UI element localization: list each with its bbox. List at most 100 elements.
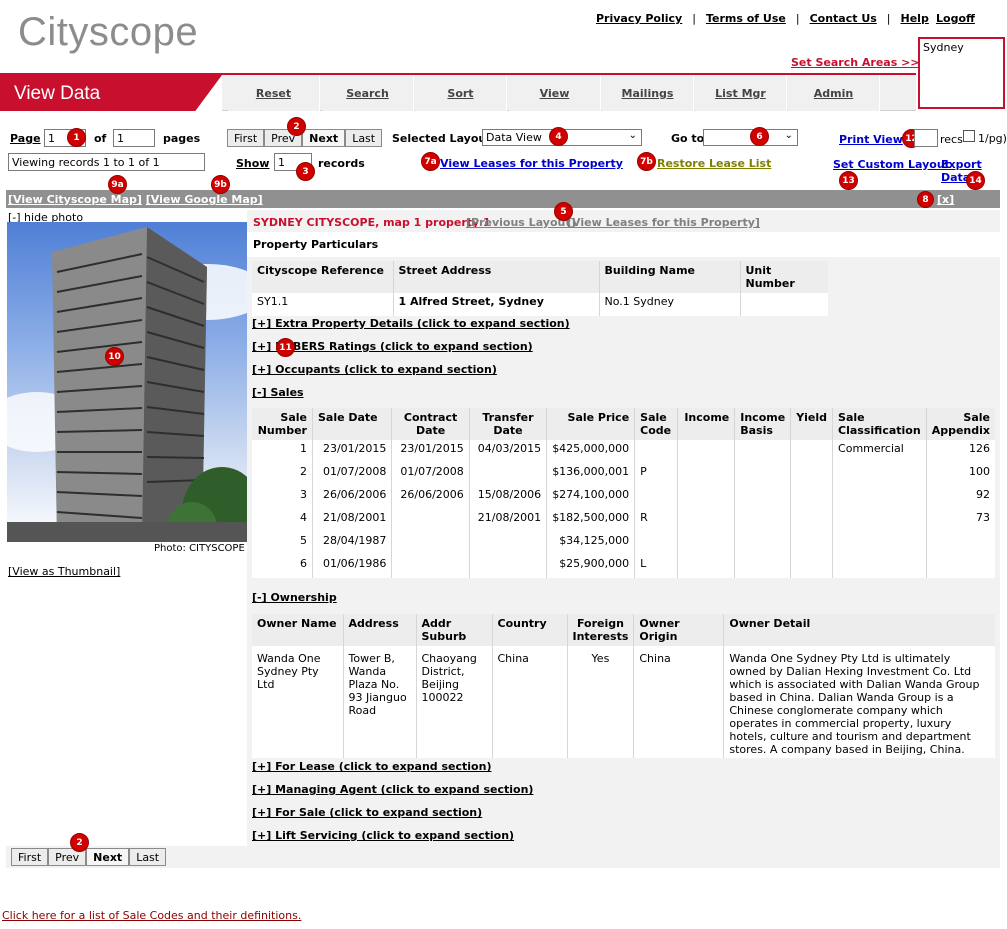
restore-lease-list-link[interactable]: Restore Lease List <box>657 157 771 170</box>
owner-country: China <box>491 646 567 758</box>
transfer-date: 21/08/2001 <box>468 509 547 532</box>
view-google-map-link[interactable]: [View Google Map] <box>146 193 263 206</box>
sale-codes-link[interactable]: Click here for a list of Sale Codes and … <box>2 909 301 922</box>
per-page-label: 1/pg) <box>978 132 1007 145</box>
set-search-areas-link[interactable]: Set Search Areas >> <box>791 56 920 69</box>
property-heading: SYDNEY CITYSCOPE, map 1 property 1 <box>253 216 491 229</box>
help-link[interactable]: Help <box>901 12 929 25</box>
marker-14: 14 <box>966 171 985 190</box>
recs-input[interactable] <box>914 129 938 147</box>
sale-classification <box>832 555 927 578</box>
nav-sort[interactable]: Sort <box>415 75 507 111</box>
marker-3: 3 <box>296 162 315 181</box>
col-income-basis: Income Basis <box>734 408 791 440</box>
last-button[interactable]: Last <box>345 129 383 147</box>
property-particulars-label: Property Particulars <box>253 238 379 251</box>
owner-address: Tower B, Wanda Plaza No. 93 Jianguo Road <box>342 646 416 758</box>
marker-9b: 9b <box>211 175 230 194</box>
extra-details-section[interactable]: [+] Extra Property Details (click to exp… <box>252 317 570 330</box>
nav-reset[interactable]: Reset <box>228 75 320 111</box>
nav-mailings[interactable]: Mailings <box>602 75 694 111</box>
sale-price: $136,000,001 <box>546 463 635 486</box>
nav-search[interactable]: Search <box>322 75 414 111</box>
sale-classification <box>832 532 927 555</box>
next-button[interactable]: Next <box>302 129 346 147</box>
view-cityscope-map-link[interactable]: [View Cityscope Map] <box>8 193 142 206</box>
table-row: 1 23/01/2015 23/01/2015 04/03/2015 $425,000,… <box>252 440 995 463</box>
sale-price: $425,000,000 <box>546 440 635 463</box>
view-as-thumbnail-link[interactable]: [View as Thumbnail] <box>8 565 120 578</box>
street-address: 1 Alfred Street, Sydney <box>392 293 599 316</box>
sales-table: Sale Number Sale Date Contract Date Tran… <box>252 408 995 578</box>
yield <box>790 486 833 509</box>
for-sale-section[interactable]: [+] For Sale (click to expand section) <box>252 806 482 819</box>
print-view-link[interactable]: Print View <box>839 133 903 146</box>
sale-price: $182,500,000 <box>546 509 635 532</box>
contract-date: 26/06/2006 <box>391 486 470 509</box>
marker-10: 10 <box>105 347 124 366</box>
sale-number: 6 <box>299 557 307 570</box>
view-leases-property-link[interactable]: [View Leases for this Property] <box>567 216 760 229</box>
nav-list-mgr[interactable]: List Mgr <box>695 75 787 111</box>
col-country: Country <box>491 614 567 646</box>
sale-classification <box>832 463 927 486</box>
col-sale-date: Sale Date <box>311 408 392 440</box>
first-button-bottom[interactable]: First <box>11 848 49 866</box>
lift-servicing-section[interactable]: [+] Lift Servicing (click to expand sect… <box>252 829 514 842</box>
col-street-address: Street Address <box>392 261 599 293</box>
sale-code: R <box>634 509 678 532</box>
nav-view[interactable]: View <box>509 75 601 111</box>
income-basis <box>734 532 791 555</box>
sale-classification <box>832 486 927 509</box>
occupants-section[interactable]: [+] Occupants (click to expand section) <box>252 363 497 376</box>
marker-5: 5 <box>554 202 573 221</box>
sale-code <box>634 486 678 509</box>
records-label: records <box>318 157 365 170</box>
sale-number: 2 <box>299 465 307 478</box>
property-photo <box>7 222 247 542</box>
transfer-date <box>468 532 547 555</box>
particulars-table: Cityscope Reference Street Address Build… <box>252 261 828 316</box>
pager-bottom: First Prev Next Last <box>11 848 167 866</box>
income-basis <box>734 555 791 578</box>
contract-date: 01/07/2008 <box>391 463 470 486</box>
sales-section[interactable]: [-] Sales <box>252 386 304 399</box>
marker-13: 13 <box>839 171 858 190</box>
yield <box>790 509 833 532</box>
privacy-policy-link[interactable]: Privacy Policy <box>596 12 682 25</box>
sale-price: $34,125,000 <box>546 532 635 555</box>
chevron-down-icon: ⌄ <box>784 130 793 141</box>
sale-appendix: 92 <box>925 486 995 509</box>
contact-us-link[interactable]: Contact Us <box>810 12 877 25</box>
col-owner-name: Owner Name <box>252 614 343 646</box>
income-basis <box>734 486 791 509</box>
next-button-bottom[interactable]: Next <box>86 848 130 866</box>
for-lease-section[interactable]: [+] For Lease (click to expand section) <box>252 760 491 773</box>
sale-code <box>634 440 678 463</box>
yield <box>790 440 833 463</box>
search-area-box[interactable]: Sydney <box>918 37 1005 109</box>
marker-4: 4 <box>549 127 568 146</box>
logoff-link[interactable]: Logoff <box>936 12 975 25</box>
sale-appendix: 73 <box>925 509 995 532</box>
sale-date: 21/08/2001 <box>311 509 392 532</box>
income <box>676 555 735 578</box>
per-page-checkbox[interactable] <box>963 130 975 142</box>
nav-admin[interactable]: Admin <box>788 75 880 111</box>
last-button-bottom[interactable]: Last <box>129 848 167 866</box>
ownership-table: Owner Name Address Addr Suburb Country F… <box>252 614 995 758</box>
managing-agent-section[interactable]: [+] Managing Agent (click to expand sect… <box>252 783 533 796</box>
set-custom-layout-link[interactable]: Set Custom Layout <box>833 158 950 171</box>
income-basis <box>734 440 791 463</box>
col-sale-appendix: Sale Appendix <box>925 408 995 440</box>
ownership-section[interactable]: [-] Ownership <box>252 591 337 604</box>
view-leases-link[interactable]: View Leases for this Property <box>440 157 623 170</box>
sale-date: 01/07/2008 <box>311 463 392 486</box>
photo-credit: Photo: CITYSCOPE <box>154 543 245 554</box>
col-transfer-date: Transfer Date <box>468 408 547 440</box>
col-sale-price: Sale Price <box>546 408 635 440</box>
pages-label: pages <box>163 132 201 145</box>
income-basis <box>734 463 791 486</box>
terms-of-use-link[interactable]: Terms of Use <box>706 12 786 25</box>
first-button[interactable]: First <box>227 129 265 147</box>
